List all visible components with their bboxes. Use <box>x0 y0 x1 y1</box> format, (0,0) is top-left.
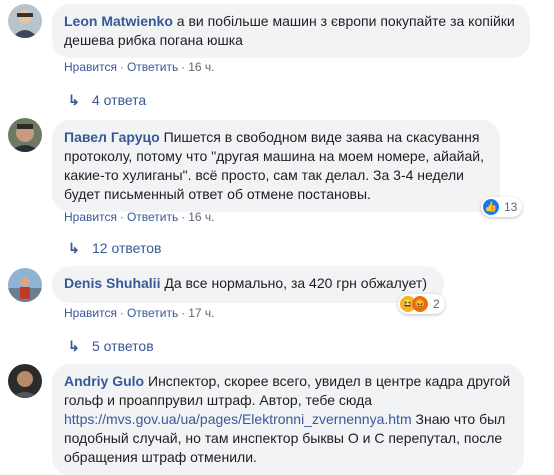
timestamp[interactable]: 17 ч. <box>188 306 214 320</box>
view-replies-link[interactable]: ↳ 4 ответа <box>68 92 146 109</box>
reply-link[interactable]: Ответить <box>127 60 178 74</box>
comment-author[interactable]: Leon Matwienko <box>64 13 173 29</box>
angry-reaction-icon: 😡 <box>412 296 428 312</box>
like-link[interactable]: Нравится <box>64 60 117 74</box>
comment-actions: Нравится · Ответить · 17 ч. <box>64 306 215 320</box>
external-link[interactable]: https://mvs.gov.ua/ua/pages/Elektronni_z… <box>64 411 412 427</box>
timestamp[interactable]: 16 ч. <box>188 60 214 74</box>
reaction-count: 13 <box>504 200 518 214</box>
comment-author[interactable]: Павел Гаруцо <box>64 129 160 145</box>
comment-author[interactable]: Andriy Gulo <box>64 373 144 389</box>
reaction-summary[interactable]: 😆 😡 2 <box>398 294 445 314</box>
comment-actions: Нравится · Ответить · 16 ч. <box>64 210 215 224</box>
timestamp[interactable]: 16 ч. <box>188 210 214 224</box>
avatar[interactable] <box>8 118 42 152</box>
like-link[interactable]: Нравится <box>64 210 117 224</box>
comment-actions: Нравится · Ответить · 16 ч. <box>64 60 215 74</box>
replies-count[interactable]: 12 ответов <box>92 240 161 256</box>
comment-text: Да все нормально, за 420 грн обжалует) <box>164 275 428 291</box>
avatar[interactable] <box>8 364 42 398</box>
like-reaction-icon: 👍 <box>483 199 499 215</box>
reply-arrow-icon: ↳ <box>68 338 80 354</box>
comment-bubble: Павел Гаруцо Пишется в свободном виде за… <box>52 120 500 212</box>
reaction-summary[interactable]: 👍 13 <box>481 197 523 217</box>
view-replies-link[interactable]: ↳ 12 ответов <box>68 240 161 257</box>
reaction-count: 2 <box>433 297 440 311</box>
avatar[interactable] <box>8 4 42 38</box>
view-replies-link[interactable]: ↳ 5 ответов <box>68 338 154 355</box>
reply-link[interactable]: Ответить <box>127 306 178 320</box>
reply-arrow-icon: ↳ <box>68 240 80 256</box>
replies-count[interactable]: 5 ответов <box>92 338 154 354</box>
replies-count[interactable]: 4 ответа <box>92 92 146 108</box>
reply-link[interactable]: Ответить <box>127 210 178 224</box>
avatar[interactable] <box>8 268 42 302</box>
reply-arrow-icon: ↳ <box>68 92 80 108</box>
comment-bubble: Andriy Gulo Инспектор, скорее всего, уви… <box>52 364 524 475</box>
like-link[interactable]: Нравится <box>64 306 117 320</box>
comment-bubble: Leon Matwienko а ви побільше машин з євр… <box>52 4 530 58</box>
comment-author[interactable]: Denis Shuhalii <box>64 275 160 291</box>
comment-bubble: Denis Shuhalii Да все нормально, за 420 … <box>52 266 444 303</box>
